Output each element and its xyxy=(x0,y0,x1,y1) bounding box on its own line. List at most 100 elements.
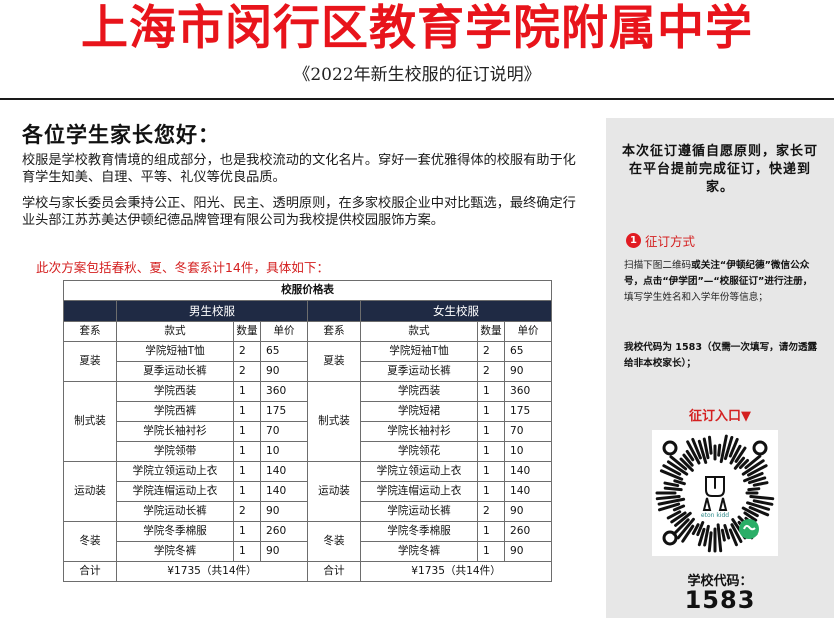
qr-module xyxy=(663,481,680,488)
school-title: 上海市闵行区教育学院附属中学 xyxy=(81,1,753,56)
series-cell: 夏装 xyxy=(63,341,117,382)
qr-module xyxy=(708,435,713,455)
column-header: 套系 xyxy=(307,321,361,342)
panel-headline: 本次征订遵循自愿原则，家长可在平台提前完成征订，快递到家。 xyxy=(622,144,819,195)
total-value: ¥1735（共14件） xyxy=(359,561,553,582)
item-cell: 学院立领运动上衣 xyxy=(116,461,234,482)
qr-module xyxy=(752,499,774,506)
item-cell: 学院西装 xyxy=(360,381,478,402)
price-cell: 175 xyxy=(503,401,553,422)
column-header: 数量 xyxy=(233,321,261,342)
series-cell: 制式装 xyxy=(63,381,117,462)
item-cell: 学院冬裤 xyxy=(360,541,478,562)
quantity-cell: 1 xyxy=(233,521,261,542)
document-subtitle: 《2022年新生校服的征订说明》 xyxy=(293,65,541,85)
quantity-cell: 2 xyxy=(477,361,505,382)
qr-module xyxy=(672,504,686,512)
series-cell: 夏装 xyxy=(307,341,361,382)
ordering-instructions: 扫描下图二维码或关注“伊顿纪德”微信公众号，点击“伊学团”—“校服征订”进行注册… xyxy=(624,258,820,306)
item-cell: 学院连帽运动上衣 xyxy=(116,481,234,502)
item-cell: 学院运动长裤 xyxy=(360,501,478,522)
quantity-cell: 2 xyxy=(233,361,261,382)
item-cell: 学院长袖衬衫 xyxy=(116,421,234,442)
qr-module xyxy=(752,481,769,487)
qr-module xyxy=(673,479,686,486)
qr-finder-mark xyxy=(662,530,678,546)
ordering-method-label: 征订方式 xyxy=(645,234,696,249)
item-cell: 学院西裤 xyxy=(116,401,234,422)
item-cell: 学院连帽运动上衣 xyxy=(360,481,478,502)
qr-module xyxy=(723,524,731,540)
price-cell: 260 xyxy=(260,521,308,542)
quantity-cell: 1 xyxy=(477,481,505,502)
price-cell: 360 xyxy=(260,381,308,402)
price-cell: 140 xyxy=(260,481,308,502)
price-cell: 175 xyxy=(260,401,308,422)
price-table: 校服价格表 男生校服 女生校服 套系 款式 数量 单价 套系 款式 数量 单价 … xyxy=(62,280,553,582)
qr-module xyxy=(655,495,681,501)
total-label: 合计 xyxy=(307,561,361,582)
series-cell: 运动装 xyxy=(63,461,117,522)
price-cell: 140 xyxy=(503,481,553,502)
quantity-cell: 2 xyxy=(233,501,261,522)
quantity-cell: 1 xyxy=(477,541,505,562)
item-cell: 夏季运动长裤 xyxy=(360,361,478,382)
item-cell: 学院短袖T恤 xyxy=(360,341,478,362)
quantity-cell: 1 xyxy=(233,441,261,462)
qr-finder-mark xyxy=(752,440,768,456)
male-uniform-header: 男生校服 xyxy=(116,300,308,322)
price-cell: 360 xyxy=(503,381,553,402)
quantity-cell: 2 xyxy=(233,341,261,362)
gender-header-row: 男生校服 女生校服 xyxy=(63,300,553,322)
quantity-cell: 2 xyxy=(477,501,505,522)
column-header: 款式 xyxy=(360,321,478,342)
price-cell: 140 xyxy=(260,461,308,482)
mini-program-qr-code[interactable]: eton kidd xyxy=(652,430,778,556)
column-header: 数量 xyxy=(477,321,505,342)
price-cell: 90 xyxy=(260,361,308,382)
item-cell: 学院冬季棉服 xyxy=(360,521,478,542)
price-cell: 70 xyxy=(503,421,553,442)
table-row: 运动装 学院立领运动上衣 1 140 运动装 学院立领运动上衣 1 140 xyxy=(63,461,553,522)
quantity-cell: 1 xyxy=(233,541,261,562)
ordering-method: 1 征订方式 xyxy=(626,231,695,250)
item-cell: 学院长袖衬衫 xyxy=(360,421,478,442)
price-cell: 140 xyxy=(503,461,553,482)
quantity-cell: 1 xyxy=(477,441,505,462)
order-entry-label: 征订入口▼ xyxy=(689,409,751,424)
qr-module xyxy=(707,531,713,553)
qr-brand-text: eton kidd xyxy=(701,512,729,519)
header-spacer xyxy=(63,300,117,322)
qr-module xyxy=(720,528,726,542)
item-cell: 夏季运动长裤 xyxy=(116,361,234,382)
female-uniform-header: 女生校服 xyxy=(359,300,553,322)
qr-module xyxy=(663,486,683,492)
quantity-cell: 1 xyxy=(233,461,261,482)
price-table-body: 校服价格表 男生校服 女生校服 套系 款式 数量 单价 套系 款式 数量 单价 … xyxy=(62,280,553,582)
column-header: 单价 xyxy=(260,321,308,342)
qr-module xyxy=(749,495,775,501)
series-cell: 冬装 xyxy=(63,521,117,562)
price-cell: 70 xyxy=(260,421,308,442)
intro-paragraph-2: 学校与家长委员会秉持公正、阳光、民主、透明原则，在多家校服企业中对比甄选，最终确… xyxy=(22,196,576,228)
quantity-cell: 1 xyxy=(477,461,505,482)
quantity-cell: 1 xyxy=(477,381,505,402)
qr-module xyxy=(716,523,723,553)
quantity-cell: 1 xyxy=(233,381,261,402)
column-header-row: 套系 款式 数量 单价 套系 款式 数量 单价 xyxy=(63,321,553,342)
item-cell: 学院西装 xyxy=(116,381,234,402)
item-cell: 学院运动长裤 xyxy=(116,501,234,522)
column-header: 套系 xyxy=(63,321,117,342)
item-cell: 学院冬裤 xyxy=(116,541,234,562)
price-cell: 90 xyxy=(503,361,553,382)
qr-module xyxy=(747,487,761,492)
instruction-text: 填写学生姓名和入学年份等信息； xyxy=(624,292,768,303)
quantity-cell: 1 xyxy=(233,401,261,422)
item-cell: 学院立领运动上衣 xyxy=(360,461,478,482)
series-cell: 冬装 xyxy=(307,521,361,562)
item-cell: 学院冬季棉服 xyxy=(116,521,234,542)
greeting-heading: 各位学生家长您好： xyxy=(22,123,220,147)
school-code-value: 1583 xyxy=(684,586,756,614)
ordering-panel: 本次征订遵循自愿原则，家长可在平台提前完成征订，快递到家。 1 征订方式 扫描下… xyxy=(606,118,834,618)
table-row: 夏装 学院短袖T恤 2 65 夏装 学院短袖T恤 2 65 xyxy=(63,341,553,382)
